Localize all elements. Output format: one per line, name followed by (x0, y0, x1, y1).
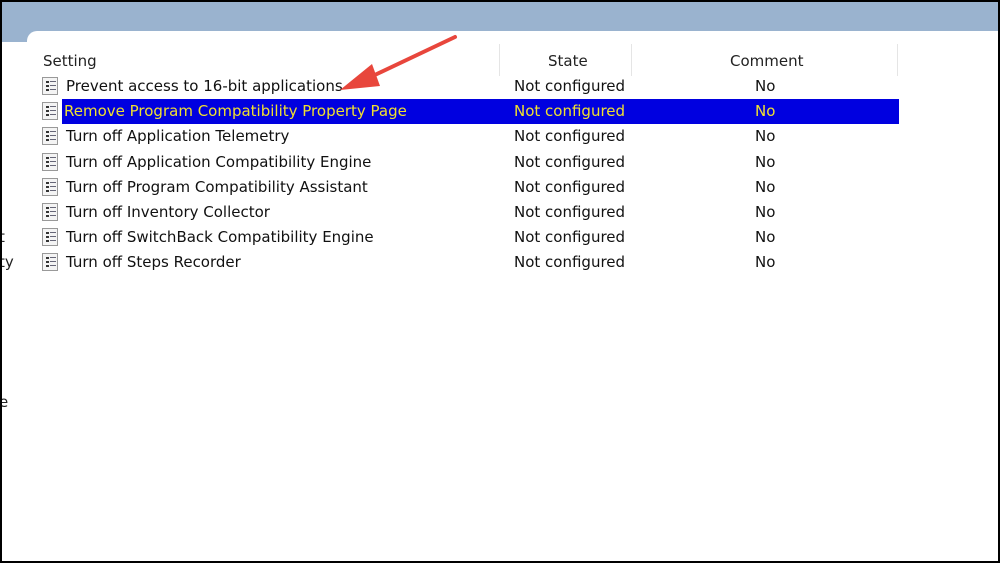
setting-comment: No (755, 228, 776, 247)
setting-comment: No (755, 203, 776, 221)
policy-row[interactable]: Turn off Application Compatibility Engin… (42, 150, 899, 175)
setting-state: Not configured (514, 228, 626, 247)
column-divider[interactable] (631, 44, 632, 76)
column-header-setting[interactable]: Setting (43, 52, 97, 70)
policy-row[interactable]: Turn off Steps Recorder Not configured N… (42, 250, 899, 275)
policy-row[interactable]: Prevent access to 16-bit applications No… (42, 74, 899, 99)
setting-state: Not configured (514, 177, 626, 196)
setting-comment: No (755, 253, 776, 272)
setting-comment: No (755, 102, 776, 121)
setting-state: Not configured (514, 203, 626, 221)
setting-state: Not configured (514, 102, 626, 121)
setting-comment: No (755, 77, 776, 95)
setting-state: Not configured (514, 77, 626, 95)
policy-setting-icon (42, 152, 58, 171)
setting-state: Not configured (514, 127, 626, 146)
policy-row[interactable]: Turn off SwitchBack Compatibility Engine… (42, 225, 899, 250)
policy-row[interactable]: Turn off Program Compatibility Assistant… (42, 175, 899, 200)
setting-name: Turn off Inventory Collector (66, 203, 270, 221)
column-divider[interactable] (499, 44, 500, 76)
setting-name: Turn off Program Compatibility Assistant (66, 177, 368, 196)
annotation-arrow (340, 35, 457, 90)
window: t ty e Setting State Comment Prevent acc… (2, 2, 998, 561)
column-divider[interactable] (897, 44, 898, 76)
setting-comment: No (755, 152, 776, 171)
policy-setting-icon (42, 102, 58, 121)
policy-row[interactable]: Turn off Application Telemetry Not confi… (42, 124, 899, 149)
column-header-comment[interactable]: Comment (730, 52, 804, 70)
column-header-state[interactable]: State (548, 52, 588, 70)
policy-setting-icon (42, 127, 58, 146)
setting-name: Prevent access to 16-bit applications (66, 77, 343, 95)
policy-setting-icon (42, 203, 58, 221)
setting-comment: No (755, 177, 776, 196)
setting-name: Turn off Application Telemetry (66, 127, 290, 146)
tree-item-fragment[interactable]: t (2, 228, 5, 246)
setting-name: Turn off SwitchBack Compatibility Engine (66, 228, 374, 247)
setting-state: Not configured (514, 152, 626, 171)
policy-row[interactable]: Turn off Inventory Collector Not configu… (42, 200, 899, 225)
policy-setting-icon (42, 177, 58, 196)
tree-item-fragment[interactable]: e (2, 393, 8, 411)
setting-name: Remove Program Compatibility Property Pa… (64, 102, 407, 121)
policy-setting-icon (42, 77, 58, 95)
policy-setting-icon (42, 253, 58, 272)
policy-row[interactable]: Remove Program Compatibility Property Pa… (42, 99, 899, 125)
policy-setting-icon (42, 228, 58, 247)
tree-item-fragment[interactable]: ty (2, 253, 14, 271)
setting-name: Turn off Steps Recorder (66, 253, 241, 272)
setting-comment: No (755, 127, 776, 146)
setting-name: Turn off Application Compatibility Engin… (66, 152, 372, 171)
setting-state: Not configured (514, 253, 626, 272)
